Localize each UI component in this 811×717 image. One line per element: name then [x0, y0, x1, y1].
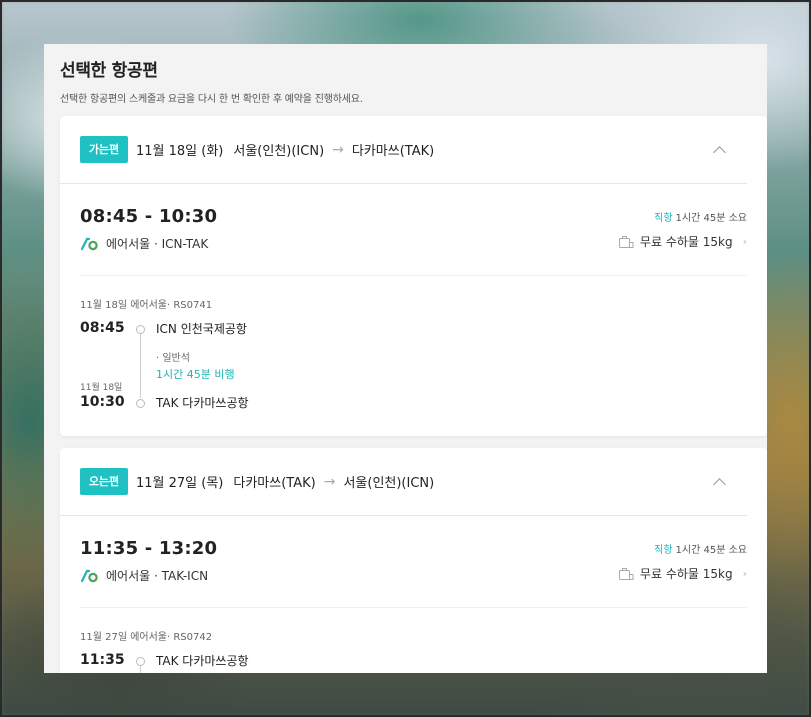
- airseoul-logo-icon: [80, 569, 98, 582]
- departure-dot-icon: [136, 657, 145, 666]
- direct-label: 직항: [654, 213, 673, 224]
- inbound-baggage[interactable]: 무료 수하물 15kg ›: [618, 565, 747, 582]
- route-arrow-icon: →: [332, 141, 344, 158]
- outbound-card-header[interactable]: 가는편 11월 18일 (화) 서울(인천)(ICN) → 다카마쓰(TAK): [60, 116, 747, 184]
- chevron-right-icon: ›: [742, 235, 747, 248]
- outbound-from: 서울(인천)(ICN): [233, 144, 325, 159]
- inbound-flight-card: 오는편 11월 27일 (목) 다카마쓰(TAK) → 서울(인천)(ICN) …: [60, 448, 767, 673]
- arrival-dot-icon: [136, 399, 145, 408]
- inbound-direct-info: 직항 1시간 45분 소요: [654, 541, 747, 556]
- page-subtitle: 선택한 항공편의 스케줄과 요금을 다시 한 번 확인한 후 예약을 진행하세요…: [60, 94, 363, 105]
- inbound-airline: 에어서울 · TAK-ICN: [80, 567, 208, 584]
- inbound-departure-time: 11:35: [80, 652, 125, 668]
- inbound-airline-route: 에어서울 · TAK-ICN: [106, 569, 209, 583]
- outbound-arrival-airport: TAK 다카마쓰공항: [156, 396, 249, 410]
- outbound-summary: 08:45 - 10:30 에어서울 · ICN-TAK 직항 1시간 45분 소…: [80, 184, 747, 276]
- baggage-icon: [618, 567, 634, 580]
- outbound-time-range: 08:45 - 10:30: [80, 206, 218, 227]
- direct-label: 직항: [654, 545, 673, 556]
- outbound-arrival-date: 11월 18일: [80, 383, 123, 393]
- inbound-card-header[interactable]: 오는편 11월 27일 (목) 다카마쓰(TAK) → 서울(인천)(ICN): [60, 448, 747, 516]
- timeline-line: [140, 334, 141, 398]
- outbound-departure-airport: ICN 인천국제공항: [156, 322, 247, 336]
- outbound-direct-info: 직항 1시간 45분 소요: [654, 209, 747, 224]
- outbound-baggage-label: 무료 수하물 15kg: [639, 235, 733, 249]
- outbound-detail: 11월 18일 에어서울· RS0741 08:45 ICN 인천국제공항 · …: [80, 276, 747, 434]
- outbound-duration-text: 1시간 45분 소요: [675, 213, 747, 224]
- outbound-airline-route: 에어서울 · ICN-TAK: [106, 237, 209, 251]
- page-title: 선택한 항공편: [60, 61, 158, 81]
- outbound-badge: 가는편: [80, 136, 128, 163]
- panel-header: 선택한 항공편 선택한 항공편의 스케줄과 요금을 다시 한 번 확인한 후 예…: [44, 44, 767, 116]
- collapse-chevron-up-icon[interactable]: [713, 475, 727, 489]
- selected-flights-panel: 선택한 항공편 선택한 항공편의 스케줄과 요금을 다시 한 번 확인한 후 예…: [44, 44, 767, 673]
- outbound-route: 서울(인천)(ICN) → 다카마쓰(TAK): [233, 140, 435, 160]
- inbound-baggage-label: 무료 수하물 15kg: [639, 567, 733, 581]
- outbound-departure-time: 08:45: [80, 320, 125, 336]
- departure-dot-icon: [136, 325, 145, 334]
- inbound-summary: 11:35 - 13:20 에어서울 · TAK-ICN 직항 1시간 45분 소…: [80, 516, 747, 608]
- outbound-to: 다카마쓰(TAK): [351, 144, 435, 159]
- outbound-flight-meta: 11월 18일 에어서울· RS0741: [80, 300, 213, 311]
- baggage-icon: [618, 235, 634, 248]
- inbound-detail: 11월 27일 에어서울· RS0742 11:35 TAK 다카마쓰공항: [80, 608, 747, 673]
- inbound-route: 다카마쓰(TAK) → 서울(인천)(ICN): [233, 472, 435, 492]
- outbound-date: 11월 18일 (화): [136, 144, 224, 159]
- airseoul-logo-icon: [80, 237, 98, 250]
- inbound-badge: 오는편: [80, 468, 128, 495]
- outbound-baggage[interactable]: 무료 수하물 15kg ›: [618, 233, 747, 250]
- timeline-line: [140, 666, 141, 673]
- inbound-departure-airport: TAK 다카마쓰공항: [156, 654, 249, 668]
- route-arrow-icon: →: [323, 473, 336, 490]
- outbound-arrival-time: 10:30: [80, 394, 125, 410]
- outbound-cabin-class: · 일반석: [156, 353, 190, 364]
- inbound-to: 서울(인천)(ICN): [343, 476, 435, 491]
- inbound-time-range: 11:35 - 13:20: [80, 538, 218, 559]
- inbound-flight-meta: 11월 27일 에어서울· RS0742: [80, 632, 213, 643]
- inbound-duration-text: 1시간 45분 소요: [675, 545, 747, 556]
- inbound-from: 다카마쓰(TAK): [233, 476, 316, 491]
- collapse-chevron-up-icon[interactable]: [713, 143, 727, 157]
- outbound-flight-card: 가는편 11월 18일 (화) 서울(인천)(ICN) → 다카마쓰(TAK) …: [60, 116, 767, 436]
- outbound-flight-duration: 1시간 45분 비행: [156, 368, 235, 381]
- inbound-date: 11월 27일 (목): [136, 476, 224, 491]
- outbound-airline: 에어서울 · ICN-TAK: [80, 235, 208, 252]
- chevron-right-icon: ›: [742, 567, 747, 580]
